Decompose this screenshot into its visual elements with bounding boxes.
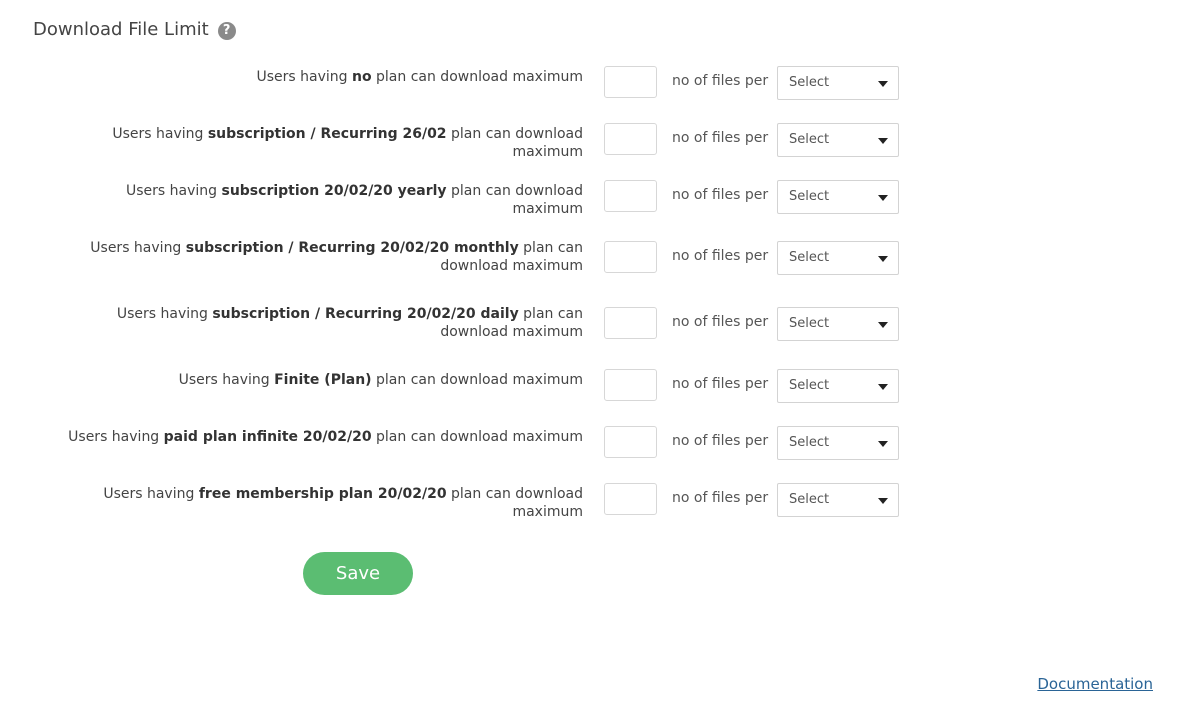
max-files-input[interactable]: [604, 483, 657, 515]
period-select-value: Select: [789, 378, 830, 393]
caret-down-icon: [878, 81, 888, 87]
max-files-input[interactable]: [604, 241, 657, 273]
caret-down-icon: [878, 195, 888, 201]
label-prefix: Users having: [125, 183, 222, 199]
label-prefix: Users having: [90, 240, 186, 256]
label-prefix: Users having: [178, 372, 275, 388]
period-select[interactable]: Select: [777, 180, 899, 214]
plan-limit-label: Users having no plan can download maximu…: [63, 68, 583, 86]
period-select-value: Select: [789, 316, 830, 331]
max-files-input[interactable]: [604, 307, 657, 339]
files-per-label: no of files per: [672, 248, 769, 264]
label-suffix: plan can download maximum: [371, 429, 583, 445]
label-suffix: plan can download maximum: [446, 126, 583, 160]
label-suffix: plan can download maximum: [446, 486, 583, 520]
caret-down-icon: [878, 498, 888, 504]
plan-limit-label: Users having subscription / Recurring 20…: [63, 305, 583, 341]
plan-limit-label: Users having subscription / Recurring 20…: [63, 239, 583, 275]
label-suffix: plan can download maximum: [446, 183, 583, 217]
plan-limit-label: Users having Finite (Plan) plan can down…: [63, 371, 583, 389]
label-prefix: Users having: [68, 429, 164, 445]
label-prefix: Users having: [103, 486, 199, 502]
period-select-value: Select: [789, 492, 830, 507]
max-files-input[interactable]: [604, 123, 657, 155]
caret-down-icon: [878, 138, 888, 144]
files-per-label: no of files per: [672, 73, 769, 89]
period-select-value: Select: [789, 435, 830, 450]
caret-down-icon: [878, 322, 888, 328]
period-select[interactable]: Select: [777, 241, 899, 275]
plan-limit-label: Users having paid plan infinite 20/02/20…: [63, 428, 583, 446]
max-files-input[interactable]: [604, 426, 657, 458]
caret-down-icon: [878, 441, 888, 447]
label-prefix: Users having: [256, 69, 352, 85]
plan-name: paid plan infinite 20/02/20: [163, 429, 372, 445]
period-select[interactable]: Select: [777, 123, 899, 157]
plan-limit-label: Users having subscription / Recurring 26…: [63, 125, 583, 161]
plan-name: subscription / Recurring 20/02/20 monthl…: [185, 240, 519, 256]
period-select-value: Select: [789, 75, 830, 90]
period-select-value: Select: [789, 132, 830, 147]
caret-down-icon: [878, 256, 888, 262]
documentation-link[interactable]: Documentation: [1037, 675, 1153, 693]
files-per-label: no of files per: [672, 314, 769, 330]
period-select[interactable]: Select: [777, 426, 899, 460]
plan-limit-label: Users having free membership plan 20/02/…: [63, 485, 583, 521]
plan-name: free membership plan 20/02/20: [198, 486, 447, 502]
label-suffix: plan can download maximum: [371, 372, 583, 388]
plan-name: no: [351, 69, 372, 85]
plan-name: Finite (Plan): [274, 372, 372, 388]
files-per-label: no of files per: [672, 490, 769, 506]
plan-name: subscription / Recurring 26/02: [207, 126, 447, 142]
caret-down-icon: [878, 384, 888, 390]
period-select[interactable]: Select: [777, 307, 899, 341]
plan-limit-label: Users having subscription 20/02/20 yearl…: [63, 182, 583, 218]
label-suffix: plan can download maximum: [371, 69, 583, 85]
section-header: Download File Limit ?: [33, 19, 236, 40]
max-files-input[interactable]: [604, 180, 657, 212]
files-per-label: no of files per: [672, 130, 769, 146]
label-prefix: Users having: [116, 306, 213, 322]
files-per-label: no of files per: [672, 433, 769, 449]
label-prefix: Users having: [112, 126, 208, 142]
period-select[interactable]: Select: [777, 369, 899, 403]
page-title: Download File Limit: [33, 19, 209, 40]
period-select[interactable]: Select: [777, 483, 899, 517]
plan-name: subscription / Recurring 20/02/20 daily: [212, 306, 519, 322]
save-button[interactable]: Save: [303, 552, 413, 595]
max-files-input[interactable]: [604, 66, 657, 98]
help-icon[interactable]: ?: [217, 21, 236, 40]
max-files-input[interactable]: [604, 369, 657, 401]
period-select[interactable]: Select: [777, 66, 899, 100]
plan-name: subscription 20/02/20 yearly: [221, 183, 447, 199]
files-per-label: no of files per: [672, 376, 769, 392]
period-select-value: Select: [789, 250, 830, 265]
period-select-value: Select: [789, 189, 830, 204]
files-per-label: no of files per: [672, 187, 769, 203]
